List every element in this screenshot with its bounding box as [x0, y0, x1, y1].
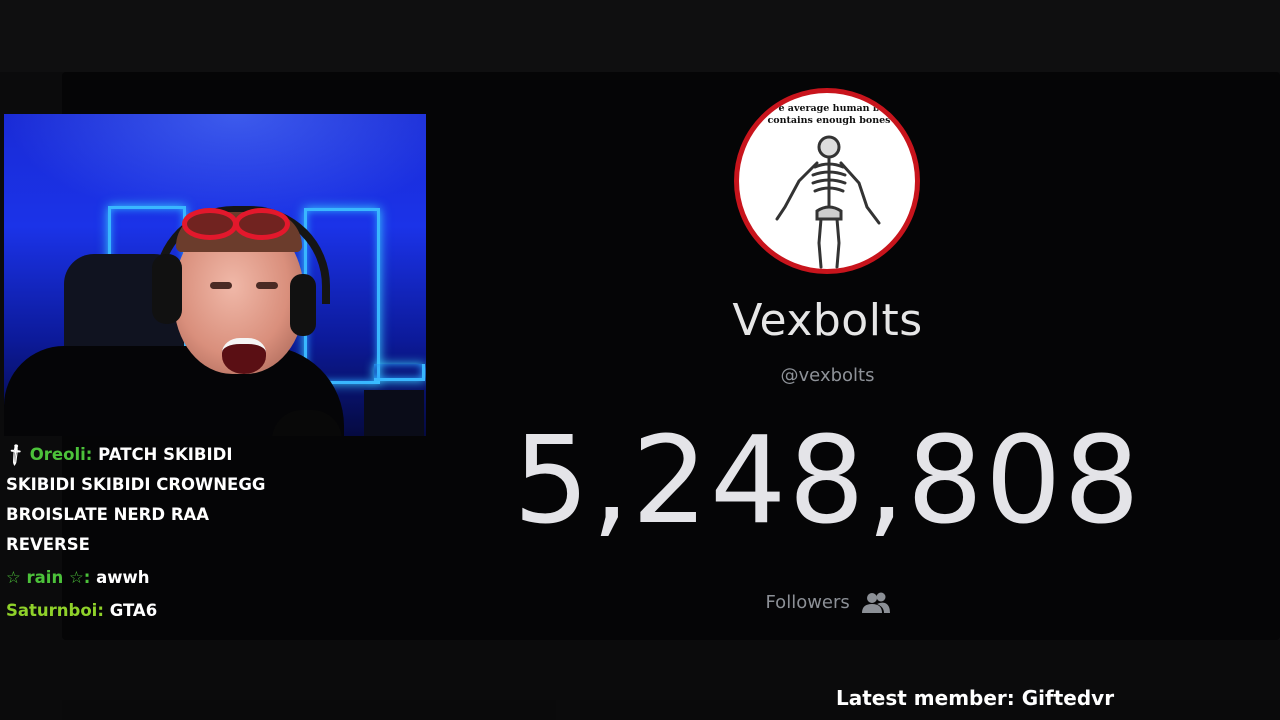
chat-username: Oreoli [29, 445, 86, 464]
chat-text: awwh [96, 568, 150, 587]
desk-equipment [364, 390, 424, 436]
chat-message: 🗡 Oreoli: PATCH SKIBIDI SKIBIDI SKIBIDI … [2, 440, 426, 560]
chat-message: ☆ rain ☆: awwh [6, 568, 150, 587]
profile-handle: @vexbolts [780, 365, 875, 386]
profile-avatar: e average human b contains enough bones [734, 88, 920, 274]
chat-overlay: 🗡 Oreoli: PATCH SKIBIDI SKIBIDI SKIBIDI … [2, 440, 426, 629]
chat-text: SKIBIDI SKIBIDI CROWNEGG [6, 475, 266, 494]
chat-text: GTA6 [109, 601, 158, 620]
followers-label-row: Followers [700, 592, 955, 614]
chat-username: Saturnboi [6, 601, 98, 620]
chat-message: Saturnboi: GTA6 [6, 601, 158, 620]
red-glasses [182, 208, 290, 240]
eye-right [256, 282, 278, 289]
users-icon [861, 592, 890, 613]
bottom-panel-left [62, 700, 556, 720]
chat-text: REVERSE [6, 535, 90, 554]
skeleton-image [775, 135, 881, 269]
chat-username: ☆ rain ☆ [6, 568, 84, 587]
mouth [222, 338, 266, 374]
top-bar [0, 0, 1280, 72]
profile-display-name: Vexbolts [732, 295, 923, 346]
chat-text: PATCH SKIBIDI [98, 445, 233, 464]
latest-member: Latest member: Giftedvr [836, 686, 1115, 710]
headphone-left [152, 254, 182, 324]
follower-count: 5,248,808 [513, 412, 1142, 551]
led-strip-corner [374, 364, 425, 381]
followers-label: Followers [765, 592, 850, 613]
sword-icon: 🗡 [2, 441, 29, 468]
avatar-caption: e average human b contains enough bones [767, 103, 891, 126]
webcam-feed [4, 114, 426, 436]
chat-text: BROISLATE NERD RAA [6, 505, 210, 524]
eye-left [210, 282, 232, 289]
headphone-right [290, 274, 316, 336]
